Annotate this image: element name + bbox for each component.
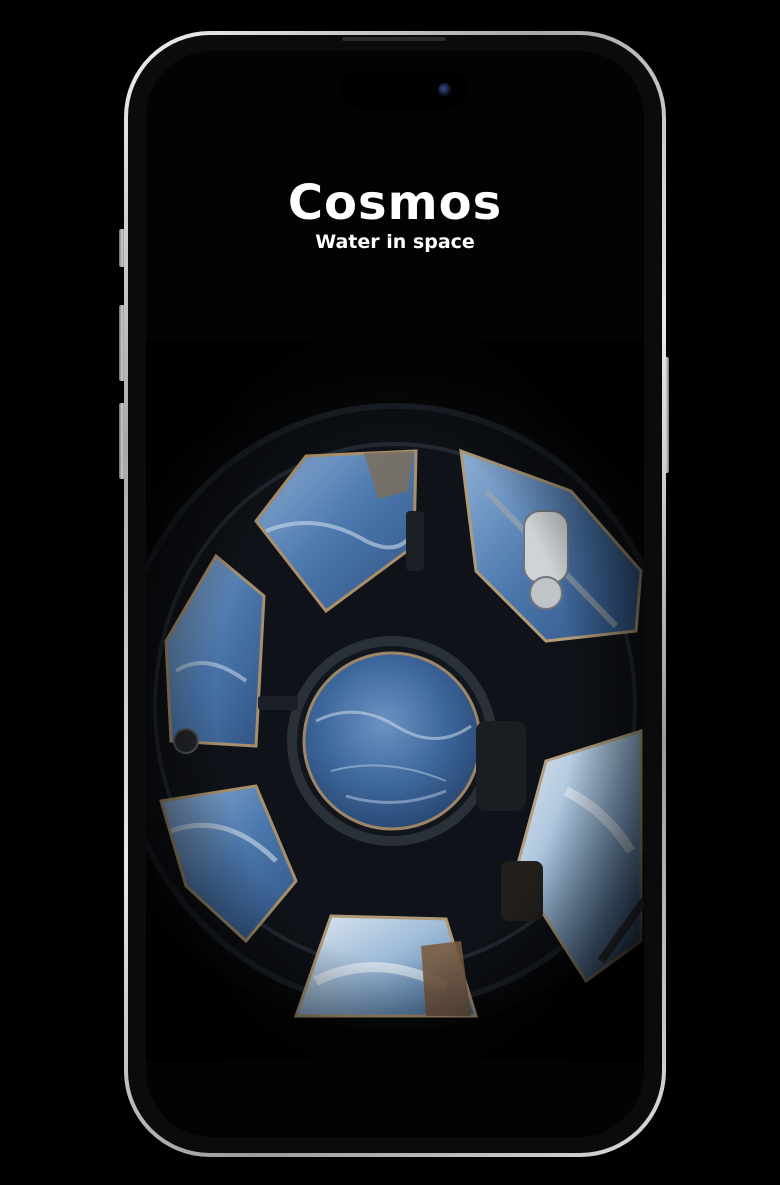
app-title: Cosmos [287,175,503,231]
cupola-window-image[interactable] [146,341,644,1061]
app-subtitle: Water in space [315,231,475,253]
camera-lens-icon [438,83,452,97]
device-stage: Cosmos Water in space [0,0,780,1185]
dynamic-island [340,71,468,109]
phone-screen[interactable]: Cosmos Water in space [146,51,644,1137]
earpiece-slot [342,37,446,41]
